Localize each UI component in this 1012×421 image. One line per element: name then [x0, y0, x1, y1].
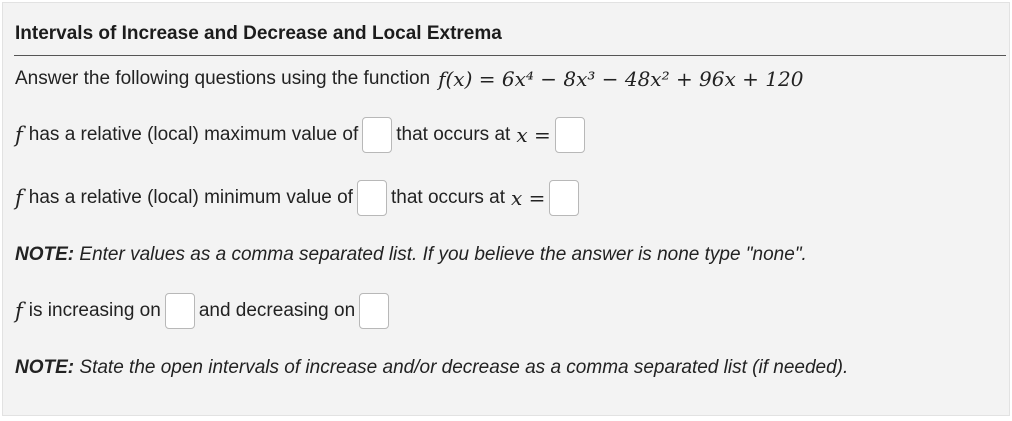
question-panel: Intervals of Increase and Decrease and L…: [2, 2, 1010, 416]
min-occurs-label: that occurs at: [390, 187, 506, 208]
max-label: has a relative (local) maximum value of: [28, 124, 359, 145]
intro-text: Answer the following questions using the…: [15, 68, 431, 89]
f-symbol: f: [15, 123, 23, 147]
note-text: State the open intervals of increase and…: [79, 357, 849, 378]
note-label: NOTE:: [15, 244, 75, 265]
increasing-input[interactable]: [164, 293, 195, 329]
max-x-input[interactable]: [554, 117, 585, 153]
title-divider: [14, 55, 1006, 56]
max-line: f has a relative (local) maximum value o…: [15, 117, 589, 153]
max-x-eq: x =: [516, 123, 551, 147]
max-value-input[interactable]: [362, 117, 393, 153]
decreasing-input[interactable]: [359, 293, 390, 329]
note-label: NOTE:: [15, 357, 75, 378]
max-occurs-label: that occurs at: [396, 124, 511, 145]
function-expression: f(x) = 6x⁴ − 8x³ − 48x² + 96x + 120: [438, 67, 804, 91]
note-intervals: NOTE: State the open intervals of increa…: [15, 357, 848, 379]
f-symbol: f: [15, 186, 23, 210]
note-values: NOTE: Enter values as a comma separated …: [15, 244, 807, 266]
increasing-label: is increasing on: [28, 300, 161, 321]
min-x-input[interactable]: [549, 180, 580, 216]
decreasing-label: and decreasing on: [198, 300, 356, 321]
question-title: Intervals of Increase and Decrease and L…: [15, 23, 502, 44]
f-symbol: f: [15, 299, 23, 323]
incdec-line: f is increasing on and decreasing on: [15, 293, 393, 329]
note-text: Enter values as a comma separated list. …: [79, 244, 807, 265]
min-label: has a relative (local) minimum value of: [28, 187, 353, 208]
min-line: f has a relative (local) minimum value o…: [15, 180, 583, 216]
min-value-input[interactable]: [356, 180, 387, 216]
intro-line: Answer the following questions using the…: [15, 67, 803, 91]
min-x-eq: x =: [511, 186, 546, 210]
